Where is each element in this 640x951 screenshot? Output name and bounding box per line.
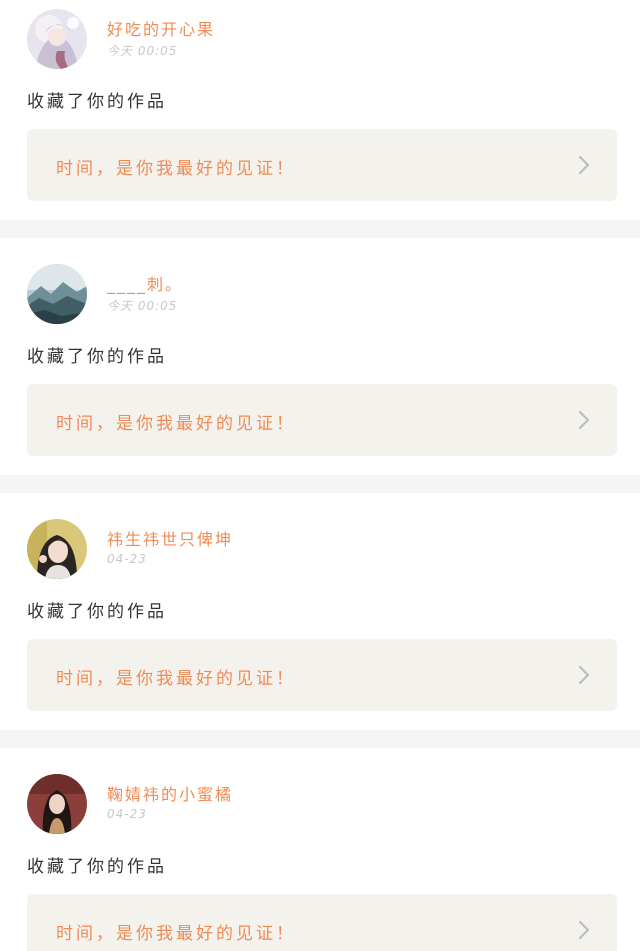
user-avatar[interactable] [27,519,87,579]
username[interactable]: 祎生祎世只俾坤 [107,526,233,550]
timestamp: 今天 00:05 [107,299,178,313]
username[interactable]: 鞠婧祎的小蜜橘 [107,781,233,805]
girl-portrait-avatar-icon [27,774,87,834]
timestamp: 04-23 [107,807,147,821]
girl-selfie-avatar-icon [27,519,87,579]
action-text: 收藏了你的作品 [27,92,167,112]
feed-item: 好吃的开心果 今天 00:05 收藏了你的作品 时间，是你我最好的见证！ [0,0,640,220]
work-title: 时间，是你我最好的见证！ [56,414,296,434]
action-text: 收藏了你的作品 [27,347,167,367]
feed-item: 祎生祎世只俾坤 04-23 收藏了你的作品 时间，是你我最好的见证！ [0,493,640,730]
chevron-right-icon [578,920,590,940]
work-title: 时间，是你我最好的见证！ [56,669,296,689]
work-title: 时间，是你我最好的见证！ [56,924,296,944]
feed-item: ____刺。 今天 00:05 收藏了你的作品 时间，是你我最好的见证！ [0,238,640,475]
work-link[interactable]: 时间，是你我最好的见证！ [27,384,617,456]
username[interactable]: ____刺。 [107,271,183,295]
work-link[interactable]: 时间，是你我最好的见证！ [27,894,617,951]
timestamp: 今天 00:05 [107,44,178,58]
anime-girl-avatar-icon [27,9,87,69]
work-link[interactable]: 时间，是你我最好的见证！ [27,639,617,711]
action-text: 收藏了你的作品 [27,857,167,877]
action-text: 收藏了你的作品 [27,602,167,622]
user-avatar[interactable] [27,9,87,69]
timestamp: 04-23 [107,552,147,566]
user-avatar[interactable] [27,774,87,834]
chevron-right-icon [578,410,590,430]
user-avatar[interactable] [27,264,87,324]
chevron-right-icon [578,665,590,685]
favorites-feed: 好吃的开心果 今天 00:05 收藏了你的作品 时间，是你我最好的见证！ ___… [0,0,640,951]
feed-item: 鞠婧祎的小蜜橘 04-23 收藏了你的作品 时间，是你我最好的见证！ [0,748,640,951]
mountain-landscape-avatar-icon [27,264,87,324]
chevron-right-icon [578,155,590,175]
work-title: 时间，是你我最好的见证！ [56,159,296,179]
work-link[interactable]: 时间，是你我最好的见证！ [27,129,617,201]
username[interactable]: 好吃的开心果 [107,16,215,40]
